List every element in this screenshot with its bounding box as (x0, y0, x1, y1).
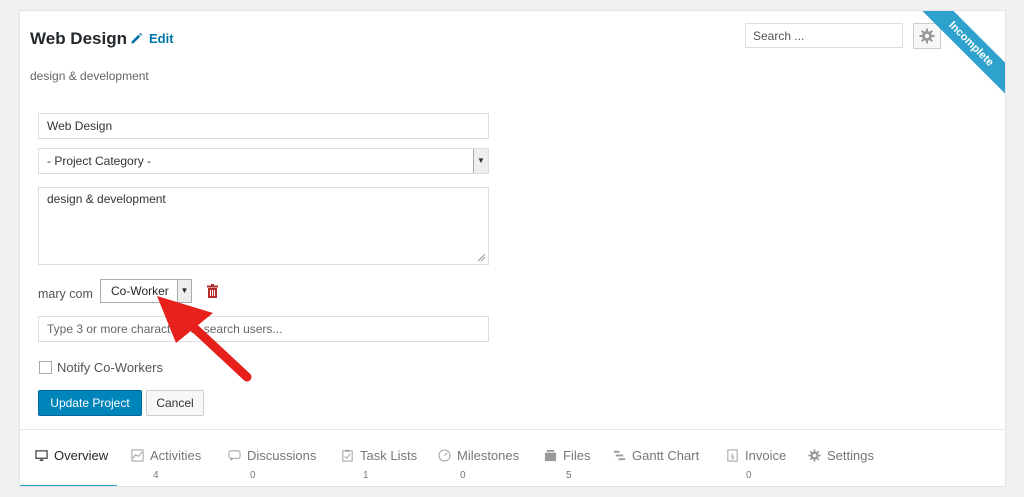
clipboard-icon (342, 449, 353, 462)
project-description: design & development (30, 69, 149, 83)
tab-activities[interactable]: Activities 4 (131, 430, 221, 486)
tab-label: Gantt Chart (632, 448, 700, 463)
gear-icon (919, 28, 935, 44)
tab-count: 1 (363, 470, 369, 481)
edit-label: Edit (149, 31, 174, 46)
notify-checkbox-row[interactable]: Notify Co-Workers (39, 360, 163, 375)
project-category-select[interactable]: - Project Category - ▼ (38, 148, 489, 174)
project-name-field[interactable]: Web Design (38, 113, 489, 139)
tab-invoice[interactable]: $ Invoice 0 (726, 430, 806, 486)
tab-label: Discussions (247, 448, 317, 463)
tab-count: 5 (566, 470, 572, 481)
files-icon (544, 449, 557, 462)
description-value: design & development (47, 192, 166, 206)
svg-text:$: $ (730, 452, 735, 461)
project-panel: Web Design Edit design & development Inc… (19, 10, 1006, 487)
tab-gantt-chart[interactable]: Gantt Chart (613, 430, 713, 486)
tab-task-lists[interactable]: Task Lists 1 (341, 430, 431, 486)
pencil-icon (131, 32, 143, 44)
member-role-select[interactable]: Co-Worker ▼ (100, 279, 192, 303)
tab-label: Overview (54, 448, 109, 463)
tab-settings[interactable]: Settings (808, 430, 898, 486)
monitor-icon (35, 450, 48, 462)
update-project-button[interactable]: Update Project (38, 390, 142, 416)
role-selected-value: Co-Worker (111, 284, 169, 298)
user-search-input[interactable]: Type 3 or more characters to search user… (38, 316, 489, 342)
category-selected-value: - Project Category - (47, 154, 152, 168)
active-tab-indicator (20, 485, 117, 486)
project-tab-bar: Overview Activities 4 Discussions 0 Task… (20, 429, 1005, 486)
settings-button[interactable] (913, 23, 941, 49)
tab-label: Task Lists (360, 448, 418, 463)
dashboard-icon (438, 449, 451, 462)
tab-label: Activities (150, 448, 202, 463)
tab-label: Files (563, 448, 591, 463)
gantt-icon (613, 450, 626, 461)
cancel-button[interactable]: Cancel (146, 390, 204, 416)
edit-link[interactable]: Edit (130, 31, 174, 46)
member-name: mary com (38, 287, 93, 301)
dropdown-arrow-icon: ▼ (177, 280, 191, 302)
tab-count: 0 (746, 470, 752, 481)
tab-count: 0 (460, 470, 466, 481)
notify-checkbox[interactable] (39, 361, 52, 374)
gear-icon (808, 449, 821, 462)
search-input[interactable] (745, 23, 903, 48)
tab-count: 4 (153, 470, 159, 481)
dropdown-arrow-icon: ▼ (473, 149, 488, 173)
tab-milestones[interactable]: Milestones 0 (438, 430, 538, 486)
chat-bubble-icon (228, 450, 241, 462)
invoice-icon: $ (727, 449, 738, 462)
tab-overview[interactable]: Overview (20, 430, 117, 486)
tab-label: Invoice (745, 448, 787, 463)
tab-discussions[interactable]: Discussions 0 (228, 430, 328, 486)
resize-handle-icon[interactable] (477, 253, 486, 262)
trash-icon[interactable] (206, 284, 219, 298)
chart-icon (131, 449, 144, 462)
tab-count: 0 (250, 470, 256, 481)
tab-label: Milestones (457, 448, 520, 463)
notify-label: Notify Co-Workers (57, 360, 163, 375)
page-title: Web Design (30, 29, 127, 48)
tab-files[interactable]: Files 5 (544, 430, 614, 486)
tab-label: Settings (827, 448, 874, 463)
project-description-field[interactable]: design & development (38, 187, 489, 265)
